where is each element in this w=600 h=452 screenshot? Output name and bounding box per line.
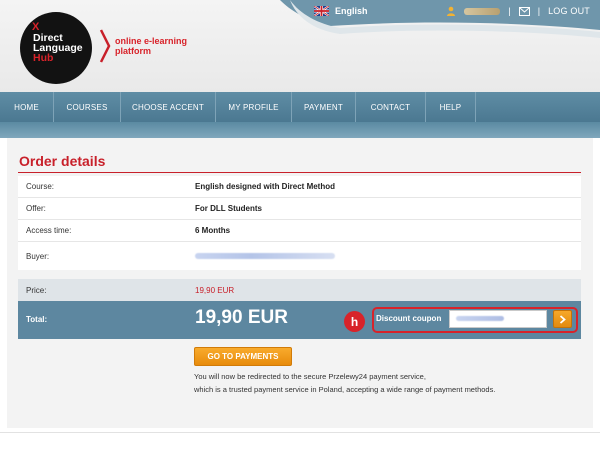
price-label: Price:: [26, 285, 47, 295]
nav-item-home[interactable]: HOME: [0, 92, 54, 122]
logo-text-hub: Hub: [33, 52, 54, 64]
buyer-value-redacted: [195, 252, 335, 261]
tagline: online e-learning platform: [115, 36, 187, 56]
user-icon: [447, 6, 456, 16]
chevron-right-icon: [99, 29, 111, 63]
offer-value: For DLL Students: [195, 204, 262, 213]
user-area: | | LOG OUT: [446, 4, 590, 18]
offer-row: Offer: For DLL Students: [18, 198, 581, 220]
buyer-row: Buyer:: [18, 242, 581, 270]
language-selector[interactable]: English: [314, 4, 368, 18]
uk-flag-icon: [314, 6, 329, 16]
course-value: English designed with Direct Method: [195, 182, 336, 191]
nav-item-my-profile[interactable]: MY PROFILE: [216, 92, 292, 122]
access-time-value: 6 Months: [195, 226, 231, 235]
nav-item-help[interactable]: HELP: [426, 92, 476, 122]
main-nav: HOME COURSES CHOOSE ACCENT MY PROFILE PAYMEN…: [0, 92, 600, 122]
offer-label: Offer:: [26, 204, 46, 213]
price-row: Price: 19,90 EUR: [18, 279, 581, 301]
page-bottom-divider: [0, 432, 600, 433]
annotation-badge: h: [344, 311, 365, 332]
tagline-line2: platform: [115, 46, 151, 56]
course-row: Course: English designed with Direct Met…: [18, 176, 581, 198]
access-time-row: Access time: 6 Months: [18, 220, 581, 242]
separator: |: [537, 6, 541, 16]
discount-coupon-input[interactable]: [449, 310, 547, 328]
go-to-payments-button[interactable]: GO TO PAYMENTS: [194, 347, 292, 366]
access-time-label: Access time:: [26, 226, 72, 235]
title-divider: [18, 172, 581, 173]
separator: |: [508, 6, 511, 16]
page-title: Order details: [19, 153, 106, 169]
nav-item-contact[interactable]: CONTACT: [356, 92, 426, 122]
chevron-right-icon: [559, 314, 566, 324]
price-value: 19,90 EUR: [195, 285, 235, 295]
nav-item-courses[interactable]: COURSES: [54, 92, 121, 122]
redirect-note-line1: You will now be redirected to the secure…: [194, 372, 426, 381]
total-label: Total:: [26, 315, 48, 324]
tagline-line1: online e-learning: [115, 36, 188, 46]
buyer-label: Buyer:: [26, 251, 50, 261]
discount-coupon-label: Discount coupon: [376, 314, 442, 323]
nav-item-choose-accent[interactable]: CHOOSE ACCENT: [121, 92, 216, 122]
redirect-note-line2: which is a trusted payment service in Po…: [194, 385, 496, 394]
nav-band: [0, 122, 600, 138]
course-label: Course:: [26, 182, 55, 191]
logo[interactable]: X Direct Language Hub: [20, 12, 92, 84]
language-label: English: [335, 6, 368, 16]
user-name-redacted[interactable]: [464, 7, 501, 15]
mail-icon[interactable]: [518, 6, 530, 16]
nav-item-payment[interactable]: PAYMENT: [292, 92, 356, 122]
apply-coupon-button[interactable]: [553, 310, 572, 328]
logout-link[interactable]: LOG OUT: [548, 6, 590, 16]
total-value: 19,90 EUR: [195, 307, 288, 328]
